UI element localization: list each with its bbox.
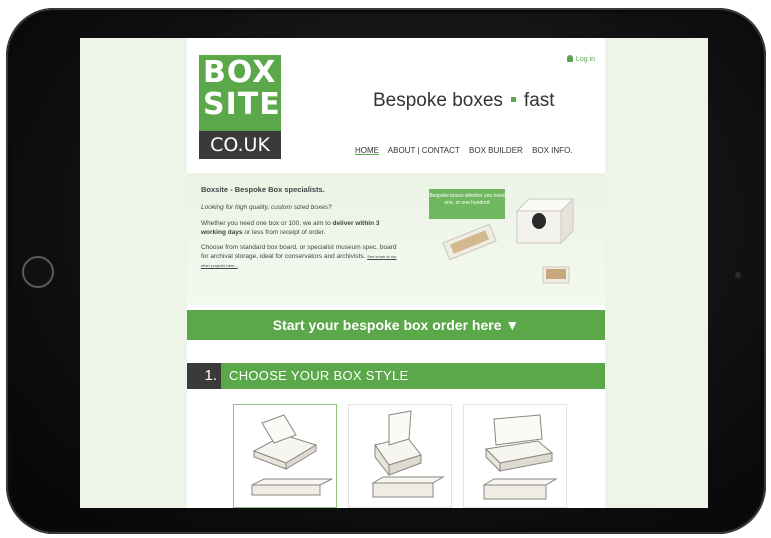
hero-banner: Boxsite - Bespoke Box specialists. Looki… bbox=[187, 173, 605, 305]
nav-home[interactable]: HOME bbox=[355, 146, 379, 155]
step-1-header: 1. CHOOSE YOUR BOX STYLE bbox=[187, 363, 605, 389]
box-style-card-tray-with-lid[interactable] bbox=[233, 404, 337, 508]
user-icon bbox=[566, 55, 573, 62]
site-tagline: Bespoke boxes fast bbox=[373, 90, 555, 111]
tagline-dot bbox=[510, 97, 516, 102]
box-style-card-hinged-lid[interactable] bbox=[463, 404, 567, 508]
hero-subheading: Looking for high quality, custom sized b… bbox=[201, 204, 332, 212]
tray-with-lid-icon bbox=[251, 414, 333, 496]
tablet-home-button[interactable] bbox=[22, 256, 54, 288]
login-link[interactable]: Log in bbox=[566, 55, 595, 63]
hero-speech-bubble: Bespoke boxes whether you need one, or o… bbox=[429, 189, 505, 219]
tablet-camera bbox=[735, 272, 741, 278]
hero-box-illustration: Bespoke boxes whether you need one, or o… bbox=[427, 183, 587, 293]
hero-paragraph-1: Whether you need one box or 100, we aim … bbox=[201, 219, 380, 236]
hero-heading: Boxsite - Bespoke Box specialists. bbox=[201, 185, 325, 194]
site-logo[interactable]: BOX SITE CO.UK bbox=[199, 55, 281, 159]
hero-paragraph-2: Choose from standard box board, or speci… bbox=[201, 244, 397, 268]
tablet-frame: Log in BOX SITE CO.UK Bespoke boxes fast … bbox=[0, 0, 771, 538]
box-style-card-folder[interactable] bbox=[348, 404, 452, 508]
hero-text: Boxsite - Bespoke Box specialists. Looki… bbox=[201, 185, 401, 278]
triangle-down-icon: ▼ bbox=[505, 317, 520, 333]
screen: Log in BOX SITE CO.UK Bespoke boxes fast … bbox=[80, 38, 708, 508]
step-number: 1. bbox=[187, 363, 221, 389]
nav-about-contact[interactable]: ABOUT | CONTACT bbox=[388, 146, 460, 155]
web-page: Log in BOX SITE CO.UK Bespoke boxes fast … bbox=[187, 38, 605, 508]
main-nav: HOME ABOUT | CONTACT BOX BUILDER BOX INF… bbox=[355, 146, 580, 155]
nav-box-info[interactable]: BOX INFO. bbox=[532, 146, 572, 155]
folder-box-icon bbox=[371, 410, 445, 498]
start-order-button[interactable]: Start your bespoke box order here ▼ bbox=[187, 310, 605, 340]
step-label: CHOOSE YOUR BOX STYLE bbox=[229, 368, 409, 383]
hinged-lid-box-icon bbox=[482, 414, 558, 500]
nav-box-builder[interactable]: BOX BUILDER bbox=[469, 146, 523, 155]
